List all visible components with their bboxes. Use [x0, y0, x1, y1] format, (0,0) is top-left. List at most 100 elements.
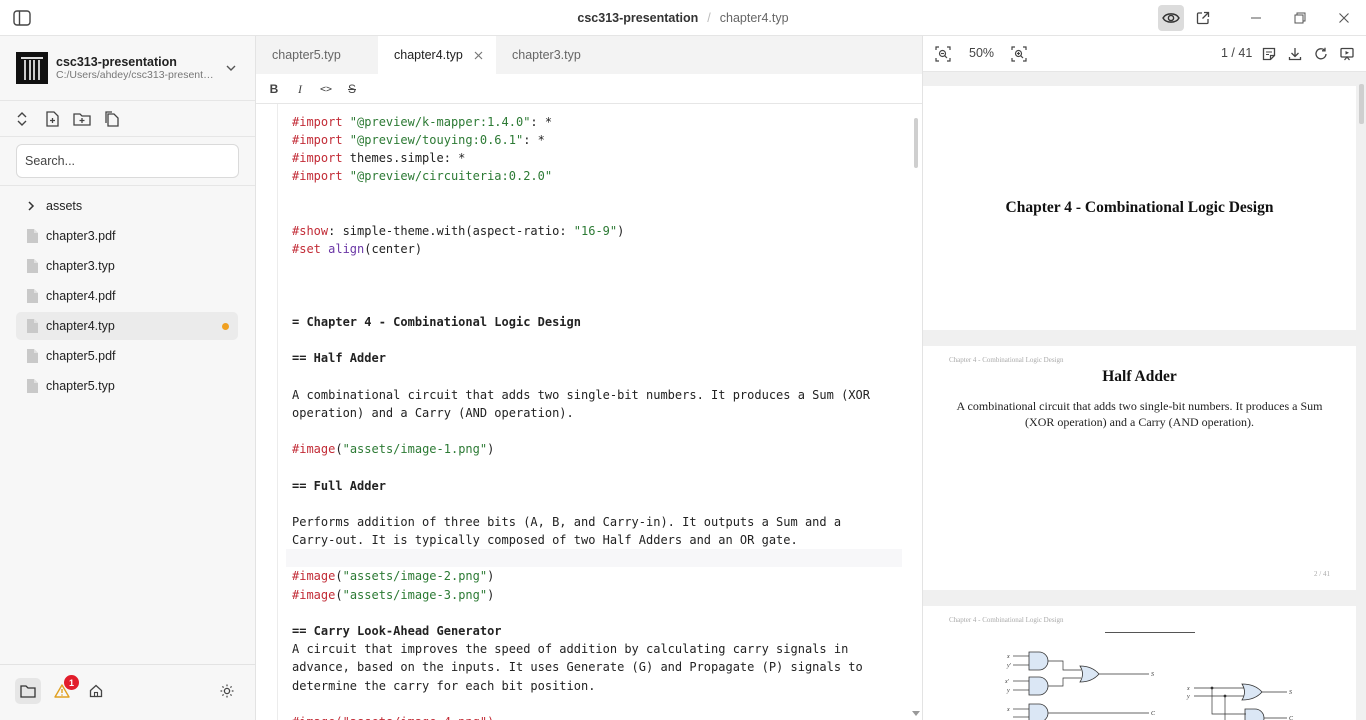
- circuit-label: S: [1151, 672, 1154, 678]
- sidebar: csc313-presentation C:/Users/ahdey/csc31…: [0, 36, 256, 720]
- code-line: #import "@preview/circuiteria:0.2.0": [292, 169, 553, 183]
- open-external-button[interactable]: [1190, 5, 1216, 31]
- chevron-down-icon[interactable]: [224, 61, 238, 75]
- circuit-label: x: [1186, 686, 1190, 692]
- project-header[interactable]: csc313-presentation C:/Users/ahdey/csc31…: [0, 36, 255, 101]
- restore-button[interactable]: [1287, 5, 1313, 31]
- code-line: #import "@preview/touying:0.6.1": *: [292, 133, 545, 147]
- presentation-mode-button[interactable]: [1339, 46, 1355, 62]
- preview-page-1[interactable]: Chapter 4 - Combinational Logic Design: [923, 86, 1356, 330]
- restore-icon: [1294, 12, 1306, 24]
- collapse-expand-button[interactable]: [13, 110, 31, 128]
- editor-gutter: [256, 104, 278, 720]
- code-button[interactable]: <>: [318, 81, 334, 97]
- scroll-down-arrow-icon[interactable]: [912, 711, 920, 716]
- zoom-in-button[interactable]: [1011, 46, 1027, 62]
- strikethrough-button[interactable]: S: [344, 81, 360, 97]
- tab-label: chapter3.typ: [512, 48, 581, 62]
- file-icon: [27, 259, 38, 273]
- preview-page-3[interactable]: Chapter 4 - Combinational Logic Design x…: [923, 606, 1356, 720]
- preview-page-2[interactable]: Chapter 4 - Combinational Logic Design H…: [923, 346, 1356, 590]
- close-icon: [1339, 13, 1349, 23]
- files-icon: [105, 111, 119, 127]
- code-area[interactable]: #import "@preview/k-mapper:1.4.0": * #im…: [292, 104, 904, 720]
- minimize-icon: [1251, 17, 1261, 19]
- title-bar: csc313-presentation / chapter4.typ: [0, 0, 1366, 36]
- preview-scrollbar[interactable]: [1359, 84, 1364, 124]
- eye-icon: [1162, 13, 1180, 23]
- zoom-out-button[interactable]: [935, 46, 951, 62]
- copy-file-button[interactable]: [103, 110, 121, 128]
- warning-count-badge: 1: [64, 675, 79, 690]
- sidebar-footer: 1: [0, 664, 255, 720]
- code-line: operation) and a Carry (AND operation).: [292, 406, 574, 420]
- file-icon: [27, 379, 38, 393]
- editor-tabs: chapter5.typ chapter4.typ chapter3.typ: [256, 36, 922, 74]
- bold-button[interactable]: B: [266, 81, 282, 97]
- file-icon: [27, 349, 38, 363]
- theme-toggle-button[interactable]: [214, 678, 240, 704]
- code-line: #image("assets/image-4.png"): [292, 713, 494, 720]
- circuit-label: x: [1006, 654, 1010, 660]
- running-header: Chapter 4 - Combinational Logic Design: [949, 616, 1064, 624]
- code-line: advance, based on the inputs. It uses Ge…: [292, 660, 863, 674]
- code-line: #import themes.simple: *: [292, 151, 466, 165]
- sun-icon: [220, 684, 234, 698]
- tree-item-assets[interactable]: assets: [16, 192, 238, 220]
- sticky-note-icon: [1262, 47, 1276, 61]
- tab-close-button[interactable]: [473, 49, 485, 61]
- project-logo: [16, 52, 48, 84]
- download-button[interactable]: [1287, 46, 1303, 62]
- tab-chapter3[interactable]: chapter3.typ: [496, 36, 616, 74]
- window-title-project: csc313-presentation: [577, 11, 699, 25]
- file-icon: [27, 319, 38, 333]
- code-line-heading: == Full Adder: [292, 479, 386, 493]
- close-icon: [474, 51, 483, 59]
- tree-item-chapter3-typ[interactable]: chapter3.typ: [16, 252, 238, 280]
- new-file-button[interactable]: [43, 110, 61, 128]
- close-window-button[interactable]: [1331, 5, 1357, 31]
- notes-button[interactable]: [1261, 46, 1277, 62]
- tree-item-chapter5-pdf[interactable]: chapter5.pdf: [16, 342, 238, 370]
- tab-chapter5[interactable]: chapter5.typ: [256, 36, 378, 74]
- code-line-heading: == Carry Look-Ahead Generator: [292, 624, 502, 638]
- page-indicator: 1 / 41: [1221, 46, 1253, 60]
- circuit-label: C: [1151, 711, 1156, 717]
- preview-pane: 50% 1 / 41 Chapter 4 - Combinational Log…: [922, 36, 1366, 720]
- circuit-diagram: x y' x' y x S C x y S C: [1004, 651, 1294, 720]
- tree-item-chapter5-typ[interactable]: chapter5.typ: [16, 372, 238, 400]
- tree-item-chapter3-pdf[interactable]: chapter3.pdf: [16, 222, 238, 250]
- search-input[interactable]: [16, 144, 239, 178]
- slide-rule: [1105, 632, 1195, 633]
- preview-toolbar: 50% 1 / 41: [923, 36, 1366, 72]
- zoom-level[interactable]: 50%: [969, 46, 994, 60]
- editor-pane: chapter5.typ chapter4.typ chapter3.typ B…: [256, 36, 922, 720]
- circuit-label: y: [1006, 688, 1010, 694]
- tree-item-label: chapter3.pdf: [46, 229, 116, 243]
- home-button[interactable]: [83, 678, 109, 704]
- tree-item-chapter4-pdf[interactable]: chapter4.pdf: [16, 282, 238, 310]
- tab-chapter4[interactable]: chapter4.typ: [378, 36, 496, 74]
- circuit-label: x: [1006, 707, 1010, 713]
- project-path: C:/Users/ahdey/csc313-presentation: [56, 69, 218, 81]
- code-line: #import "@preview/k-mapper:1.4.0": *: [292, 115, 553, 129]
- minimize-button[interactable]: [1243, 5, 1269, 31]
- code-line: #image("assets/image-2.png"): [292, 569, 495, 583]
- tree-item-label: chapter5.pdf: [46, 349, 116, 363]
- refresh-button[interactable]: [1313, 46, 1329, 62]
- files-view-button[interactable]: [15, 678, 41, 704]
- format-toolbar: B I <> S: [256, 74, 922, 104]
- italic-button[interactable]: I: [292, 81, 308, 97]
- tree-item-chapter4-typ[interactable]: chapter4.typ: [16, 312, 238, 340]
- editor-scrollbar[interactable]: [914, 118, 918, 168]
- tab-label: chapter5.typ: [272, 48, 341, 62]
- code-line: #image("assets/image-1.png"): [292, 442, 495, 456]
- circuit-label: x': [1004, 679, 1010, 685]
- preview-toggle-button[interactable]: [1158, 5, 1184, 31]
- sidebar-toolbar: [0, 101, 255, 137]
- slide-title: Half Adder: [1102, 368, 1177, 385]
- new-folder-button[interactable]: [73, 110, 91, 128]
- file-icon: [27, 289, 38, 303]
- page-title: Chapter 4 - Combinational Logic Design: [1005, 199, 1274, 216]
- download-icon: [1288, 48, 1302, 61]
